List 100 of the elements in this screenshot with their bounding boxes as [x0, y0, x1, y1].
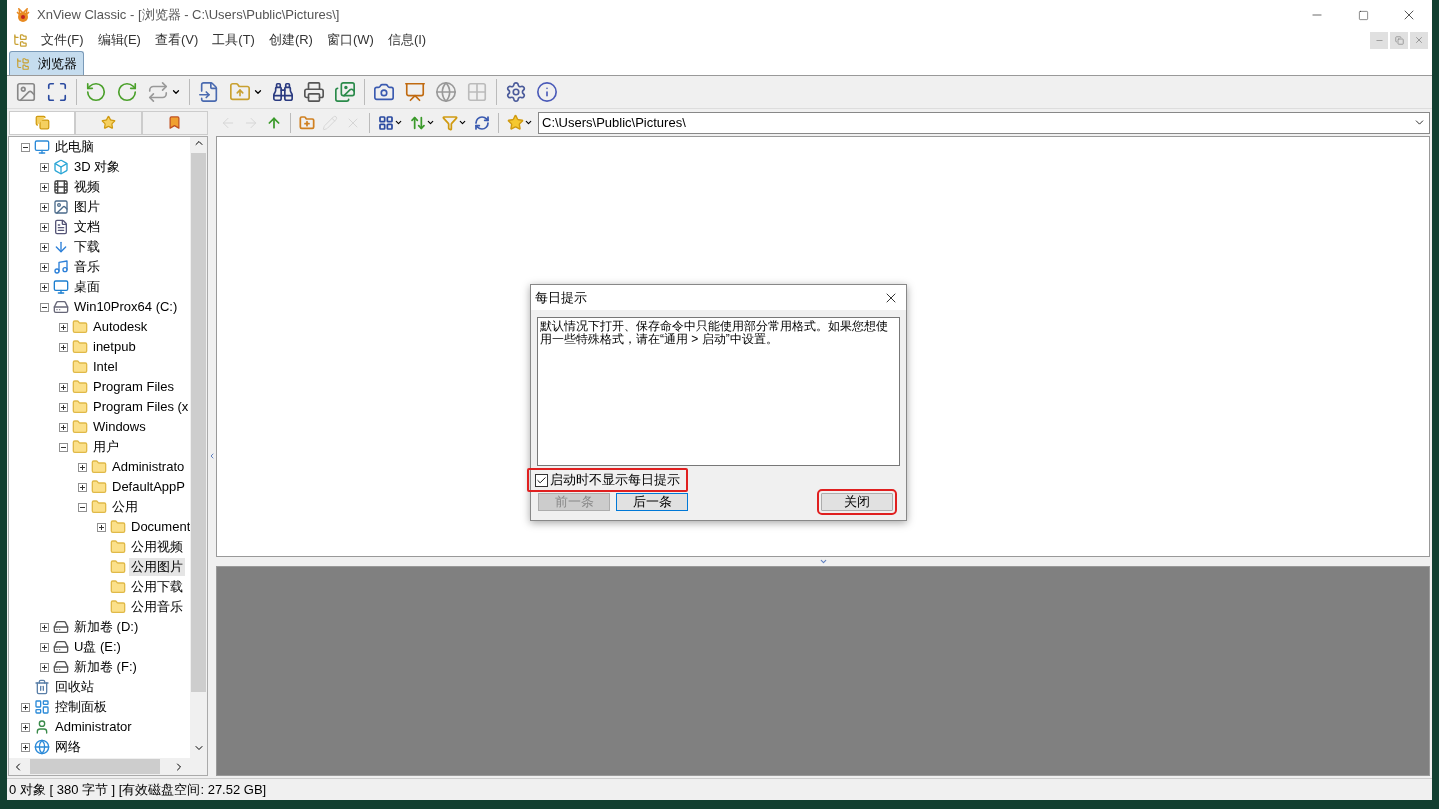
tree-item[interactable]: 公用视频 — [129, 538, 185, 556]
splitter-handle-icon[interactable] — [818, 557, 828, 566]
star-icon — [101, 115, 116, 130]
menu-item[interactable]: 查看(V) — [147, 30, 206, 50]
menu-item[interactable]: 创建(R) — [261, 30, 320, 50]
expand-toggle[interactable] — [39, 162, 49, 172]
mdi-close-button[interactable] — [1410, 31, 1428, 49]
menu-item[interactable]: 编辑(E) — [90, 30, 148, 50]
collapse-toggle[interactable] — [77, 502, 87, 512]
expand-toggle[interactable] — [39, 642, 49, 652]
tree-item[interactable]: 公用下载 — [129, 578, 185, 596]
tree-item[interactable]: 桌面 — [72, 278, 102, 296]
maximize-icon — [1357, 9, 1369, 21]
dialog-button[interactable]: 后一条 — [616, 493, 688, 511]
tree-item[interactable]: Document — [129, 518, 190, 536]
drive-icon — [53, 299, 69, 315]
expand-toggle[interactable] — [77, 462, 87, 472]
tree-item[interactable]: 新加卷 (F:) — [72, 658, 139, 676]
tree-item[interactable]: 公用图片 — [129, 558, 185, 576]
menu-item[interactable]: 窗口(W) — [319, 30, 381, 50]
view-mode-icon — [378, 114, 394, 131]
app-logo-icon — [15, 8, 31, 22]
tree-item[interactable]: 新加卷 (D:) — [72, 618, 141, 636]
tree-item[interactable]: 视频 — [72, 178, 102, 196]
tree-item[interactable]: 公用音乐 — [129, 598, 185, 616]
expand-toggle[interactable] — [39, 222, 49, 232]
expand-toggle[interactable] — [20, 702, 30, 712]
folder-icon — [110, 539, 126, 555]
tree-item[interactable]: 回收站 — [53, 678, 96, 696]
rotate-left-icon — [85, 81, 107, 103]
expand-toggle[interactable] — [58, 402, 68, 412]
expand-toggle[interactable] — [58, 322, 68, 332]
tree-item[interactable]: Program Files (x — [91, 398, 190, 416]
control-panel-icon — [34, 699, 50, 715]
tree-item[interactable]: DefaultAppP — [110, 478, 187, 496]
address-field[interactable]: C:\Users\Public\Pictures\ — [538, 111, 1430, 134]
vertical-scrollbar[interactable] — [190, 137, 207, 758]
horizontal-scrollbar[interactable] — [9, 758, 207, 775]
tree-item[interactable]: Intel — [91, 358, 120, 376]
tree-item[interactable]: Win10Prox64 (C:) — [72, 298, 180, 316]
tree-item[interactable]: 此电脑 — [53, 138, 96, 156]
tree-item[interactable]: 网络 — [53, 738, 83, 756]
tree-item[interactable]: Program Files — [91, 378, 176, 396]
recycle-bin-icon — [34, 679, 50, 695]
document-icon — [53, 219, 69, 235]
expand-toggle[interactable] — [39, 202, 49, 212]
camera-icon — [373, 81, 395, 103]
dont-show-checkbox[interactable]: 启动时不显示每日提示 — [527, 468, 688, 492]
tree-item[interactable]: 3D 对象 — [72, 158, 123, 176]
tree-item[interactable]: inetpub — [91, 338, 138, 356]
folder-icon — [91, 479, 107, 495]
expand-toggle[interactable] — [58, 382, 68, 392]
tree-item[interactable]: Autodesk — [91, 318, 150, 336]
collapse-toggle[interactable] — [20, 142, 30, 152]
expand-toggle[interactable] — [20, 742, 30, 752]
tree-item[interactable]: 音乐 — [72, 258, 102, 276]
tree-item[interactable]: 下载 — [72, 238, 102, 256]
expand-toggle[interactable] — [58, 342, 68, 352]
expand-toggle[interactable] — [39, 262, 49, 272]
expand-toggle[interactable] — [39, 182, 49, 192]
expand-toggle[interactable] — [39, 282, 49, 292]
expand-toggle[interactable] — [96, 522, 106, 532]
new-folder-icon — [299, 114, 315, 131]
close-icon — [1414, 35, 1424, 45]
splitter-handle-icon[interactable] — [208, 452, 216, 460]
collapse-toggle[interactable] — [39, 302, 49, 312]
tree-item[interactable]: Administrato — [110, 458, 187, 476]
sort-icon — [410, 114, 426, 131]
menu-item[interactable]: 工具(T) — [205, 30, 262, 50]
filter-icon — [442, 114, 458, 131]
menu-item[interactable]: 信息(I) — [380, 30, 434, 50]
document-tab[interactable]: 浏览器 — [9, 51, 84, 75]
menu-item[interactable]: 文件(F) — [34, 30, 91, 50]
expand-toggle[interactable] — [77, 482, 87, 492]
info-icon — [536, 81, 558, 103]
tree-item[interactable]: Administrator — [53, 718, 134, 736]
expand-toggle[interactable] — [39, 662, 49, 672]
expand-toggle[interactable] — [20, 722, 30, 732]
star-icon — [507, 114, 524, 131]
collapse-toggle[interactable] — [58, 442, 68, 452]
folder-icon — [91, 459, 107, 475]
tree-item[interactable]: Windows — [91, 418, 148, 436]
expand-toggle[interactable] — [58, 422, 68, 432]
image-icon — [15, 81, 37, 103]
tree-item[interactable]: 图片 — [72, 198, 102, 216]
folder-icon — [72, 379, 88, 395]
categories-tab[interactable] — [141, 110, 208, 135]
search-icon — [272, 81, 294, 103]
fullscreen-icon — [46, 81, 68, 103]
tree-item[interactable]: 用户 — [91, 438, 121, 456]
tree-item[interactable]: 公用 — [110, 498, 140, 516]
expand-toggle[interactable] — [39, 242, 49, 252]
move-folder-icon — [229, 81, 251, 103]
tree-item[interactable]: U盘 (E:) — [72, 638, 123, 656]
tree-item[interactable]: 文档 — [72, 218, 102, 236]
settings-icon — [505, 81, 527, 103]
tree-item[interactable]: 控制面板 — [53, 698, 109, 716]
network-icon — [34, 739, 50, 755]
browser-icon — [13, 32, 28, 48]
expand-toggle[interactable] — [39, 622, 49, 632]
